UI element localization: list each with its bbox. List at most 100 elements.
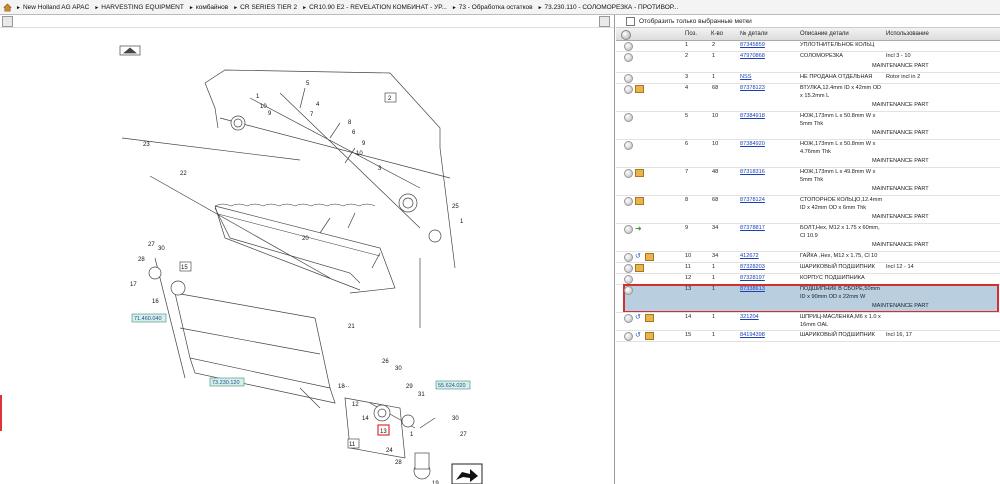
callout-4[interactable]: 4 <box>316 102 320 108</box>
row-select-icon[interactable] <box>624 53 633 62</box>
callout-26[interactable]: 26 <box>382 359 389 365</box>
table-row[interactable]: 4 68 87378123 ВТУЛКА,12.4mm ID x 42mm OD x 1… <box>616 84 1000 112</box>
callout-13-highlighted[interactable]: 13 <box>380 429 387 435</box>
package-icon[interactable] <box>635 197 644 205</box>
row-select-icon[interactable] <box>624 113 633 122</box>
package-icon[interactable] <box>635 264 644 272</box>
callout-30b[interactable]: 30 <box>395 366 402 372</box>
callout-8[interactable]: 8 <box>348 120 352 126</box>
col-description[interactable]: Описание детали <box>800 31 849 37</box>
home-icon[interactable] <box>3 3 12 12</box>
callout-23[interactable]: 23 <box>143 142 150 148</box>
breadcrumb-item[interactable]: ► CR SERIES TIER 2 <box>233 4 297 11</box>
cell-part-link[interactable]: 47970868 <box>740 53 765 61</box>
table-row[interactable]: 7 48 87318316 НОЖ,173mm L x 49.8mm W x 5mm T… <box>616 168 1000 196</box>
expand-icon[interactable] <box>2 16 13 27</box>
callout-10b[interactable]: 10 <box>356 151 363 157</box>
row-select-icon[interactable] <box>624 225 633 234</box>
cell-part-link[interactable]: 87384920 <box>740 141 765 149</box>
callout-30[interactable]: 30 <box>158 246 165 252</box>
cell-part-link[interactable]: 87378124 <box>740 197 765 205</box>
cell-part-link[interactable]: NSS <box>740 74 752 82</box>
callout-30c[interactable]: 30 <box>452 416 459 422</box>
breadcrumb-item[interactable]: ► 73.230.110 - СОЛОМОРЕЗКА - ПРОТИВОР... <box>538 4 679 11</box>
callout-28[interactable]: 28 <box>138 257 145 263</box>
substitute-icon[interactable]: ↺ <box>635 253 643 260</box>
table-row[interactable]: 1 2 87345859 УПЛОТНИТЕЛЬНОЕ КОЛЬЦ <box>616 41 1000 52</box>
cell-part-link[interactable]: 87378817 <box>740 225 765 233</box>
callout-25[interactable]: 25 <box>452 204 459 210</box>
callout-10[interactable]: 10 <box>260 104 267 110</box>
row-select-icon[interactable] <box>624 286 633 295</box>
callout-11b[interactable]: ... <box>344 383 349 389</box>
row-select-icon[interactable] <box>624 74 633 83</box>
callout-16[interactable]: 16 <box>152 299 159 305</box>
callout-5[interactable]: 5 <box>306 81 310 87</box>
table-row[interactable]: ↺ 10 34 412672 ГАЙКА ,Hex, M12 x 1.75, Cl 10 <box>616 252 1000 263</box>
callout-28b[interactable]: 28 <box>395 460 402 466</box>
breadcrumb-item[interactable]: ► CR10.90 E2 - REVELATION КОМБИНАТ - УР..… <box>302 4 447 11</box>
package-icon[interactable] <box>645 332 654 340</box>
row-select-icon[interactable] <box>624 253 633 262</box>
row-select-icon[interactable] <box>624 264 633 273</box>
col-part-no[interactable]: № детали <box>740 31 768 37</box>
callout-1[interactable]: 1 <box>256 94 260 100</box>
scroll-up-icon[interactable] <box>599 16 610 27</box>
substitute-icon[interactable]: ↺ <box>635 314 643 321</box>
breadcrumb-item[interactable]: ► HARVESTING EQUIPMENT <box>94 4 184 11</box>
row-select-icon[interactable] <box>624 332 633 341</box>
callout-27[interactable]: 27 <box>148 242 155 248</box>
substitute-icon[interactable]: ↺ <box>635 332 643 339</box>
callout-12[interactable]: 12 <box>352 402 359 408</box>
row-select-icon[interactable] <box>624 197 633 206</box>
callout-1c[interactable]: 1 <box>410 432 414 438</box>
ref-73-230-120[interactable]: 73.230.120 <box>212 380 240 386</box>
table-row[interactable]: 5 10 87384918 НОЖ,173mm L x 50.8mm W x 5mm T… <box>616 112 1000 140</box>
callout-29[interactable]: 29 <box>406 384 413 390</box>
callout-3[interactable]: 3 <box>378 166 382 172</box>
callout-6[interactable]: 6 <box>352 130 356 136</box>
callout-21[interactable]: 21 <box>348 324 355 330</box>
table-row[interactable]: 8 68 87378124 СТОПОРНОЕ КОЛЬЦО,12.4mm ID x 4… <box>616 196 1000 224</box>
cell-part-link[interactable]: 84194398 <box>740 332 765 340</box>
callout-31[interactable]: 31 <box>418 392 425 398</box>
callout-27b[interactable]: 27 <box>460 432 467 438</box>
callout-7[interactable]: 7 <box>310 112 314 118</box>
callout-17[interactable]: 17 <box>130 282 137 288</box>
filter-row[interactable]: Отобразить только выбранные метки <box>616 15 1000 28</box>
show-selected-checkbox[interactable] <box>626 16 635 26</box>
row-select-icon[interactable] <box>624 42 633 51</box>
row-select-icon[interactable] <box>624 314 633 323</box>
table-row[interactable]: ↺ 15 1 84194398 ШАРИКОВЫЙ ПОДШИПНИК Incl 16, … <box>616 331 1000 342</box>
next-page-icon[interactable] <box>451 463 483 484</box>
callout-15[interactable]: 15 <box>181 265 188 271</box>
table-row[interactable]: 13 1 87338613 ПОДШИПНИК В СБОРЕ,50mm ID x 90… <box>616 285 1000 313</box>
breadcrumb-item[interactable]: ► 73 - Обработка остатков <box>452 4 533 11</box>
row-select-icon[interactable] <box>624 85 633 94</box>
package-icon[interactable] <box>645 314 654 322</box>
cell-part-link[interactable]: 87384918 <box>740 113 765 121</box>
cell-part-link[interactable]: 87328203 <box>740 264 765 272</box>
callout-22[interactable]: 22 <box>180 171 187 177</box>
cell-part-link[interactable]: 87378123 <box>740 85 765 93</box>
breadcrumb-item[interactable]: ► New Holland AG APAC <box>16 4 89 11</box>
cell-part-link[interactable]: 87318316 <box>740 169 765 177</box>
table-row[interactable]: 3 1 NSS НЕ ПРОДАНА ОТДЕЛЬНАЯ Rotor incl in 2 <box>616 73 1000 84</box>
replacement-arrow-icon[interactable]: ➜ <box>635 225 643 233</box>
table-row[interactable]: 11 1 87328203 ШАРИКОВЫЙ ПОДШИПНИК Incl 12 - … <box>616 263 1000 274</box>
row-select-icon[interactable] <box>624 169 633 178</box>
ref-55-624-020[interactable]: 55.624.020 <box>438 383 466 389</box>
callout-9[interactable]: 9 <box>268 111 272 117</box>
callout-9b[interactable]: 9 <box>362 141 366 147</box>
cell-part-link[interactable]: 87345859 <box>740 42 765 50</box>
cell-part-link[interactable]: 87338613 <box>740 286 765 294</box>
package-icon[interactable] <box>635 85 644 93</box>
callout-24[interactable]: 24 <box>386 448 393 454</box>
cell-part-link[interactable]: 87328197 <box>740 275 765 283</box>
breadcrumb-item[interactable]: ► комбайнов <box>189 4 228 11</box>
cell-part-link[interactable]: 412672 <box>740 253 759 261</box>
callout-1b[interactable]: 1 <box>460 219 464 225</box>
table-row[interactable]: 2 1 47970868 СОЛОМОРЕЗКА Incl 3 - 10 MAINTENA… <box>616 52 1000 73</box>
col-qty[interactable]: К-во <box>711 31 723 37</box>
ref-71-460-040[interactable]: 71.460.040 <box>134 316 162 322</box>
